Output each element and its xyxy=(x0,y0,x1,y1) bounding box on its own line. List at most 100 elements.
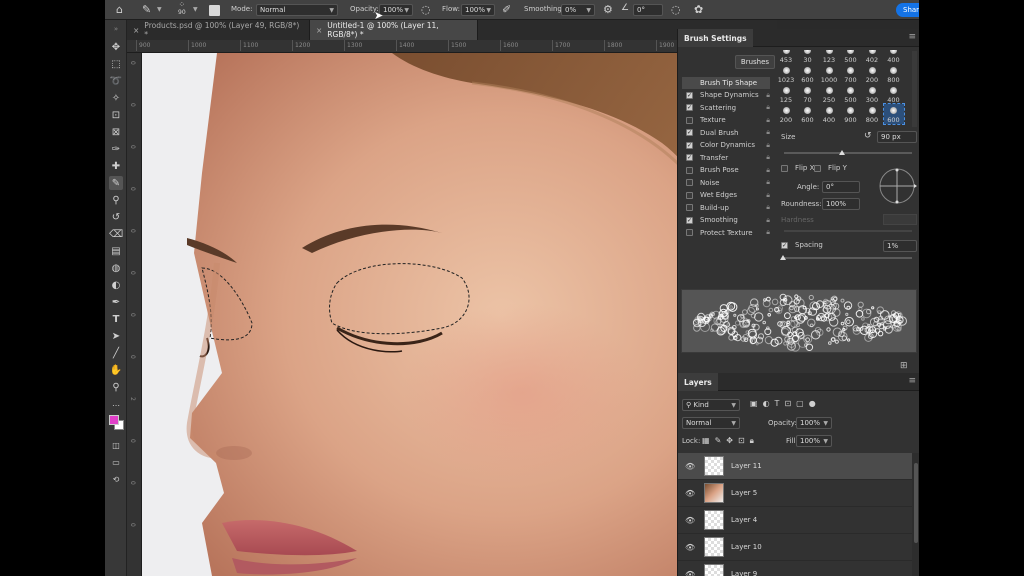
brush-tip-preset[interactable]: 1023 xyxy=(776,64,796,84)
filter-kind-select[interactable]: ⚲ Kind ▼ xyxy=(682,399,740,411)
pen-tool-icon[interactable]: ✒ xyxy=(109,295,123,309)
brush-tip-preset[interactable]: 200 xyxy=(862,64,882,84)
brush-angle-widget[interactable] xyxy=(877,166,917,206)
layer-row[interactable]: 👁︎ Layer 4 xyxy=(678,507,912,534)
lock-transparency-icon[interactable]: ▦ xyxy=(702,436,710,446)
lock-icon[interactable]: 🔒︎ xyxy=(766,116,770,125)
size-slider[interactable] xyxy=(784,152,912,154)
brush-tip-preset[interactable]: 200 xyxy=(776,104,796,124)
lock-icon[interactable]: 🔒︎ xyxy=(766,228,770,237)
filter-toggle-icon[interactable]: ● xyxy=(809,399,816,408)
tab-products[interactable]: × Products.psd @ 100% (Layer 49, RGB/8*) … xyxy=(127,20,310,40)
blur-tool-icon[interactable]: ◍ xyxy=(109,261,123,275)
generative-fill-icon[interactable]: ⟲ xyxy=(109,472,123,486)
lock-icon[interactable]: 🔒︎ xyxy=(766,128,770,137)
history-brush-icon[interactable]: ↺ xyxy=(109,210,123,224)
layer-row[interactable]: 👁︎ Layer 11 xyxy=(678,453,912,480)
move-tool-icon[interactable]: ✥ xyxy=(109,40,123,54)
share-button[interactable]: Share xyxy=(896,3,919,17)
checkbox[interactable]: ✓ xyxy=(686,141,693,149)
layer-opacity-field[interactable]: 100% ▼ xyxy=(796,417,832,429)
brush-tip-preset[interactable]: 402 xyxy=(862,50,882,64)
brush-tip-preset[interactable]: 250 xyxy=(819,84,839,104)
quick-mask-icon[interactable]: ◫ xyxy=(109,438,123,452)
fill-field[interactable]: 100% ▼ xyxy=(796,435,832,447)
brush-option-protect-texture[interactable]: Protect Texture 🔒︎ xyxy=(686,227,770,239)
brush-tip-preset[interactable]: 500 xyxy=(841,84,861,104)
visibility-eye-icon[interactable]: 👁︎ xyxy=(685,543,695,552)
angle-field[interactable]: 0° xyxy=(633,4,663,16)
brush-option-wet-edges[interactable]: Wet Edges 🔒︎ xyxy=(686,189,770,201)
brush-tip-preset[interactable]: 600 xyxy=(798,64,818,84)
flip-y-checkbox[interactable]: Flip Y xyxy=(814,164,847,172)
brush-option-shape-dynamics[interactable]: ✓ Shape Dynamics 🔒︎ xyxy=(686,89,770,101)
brush-tip-preset[interactable]: 800 xyxy=(884,64,904,84)
close-icon[interactable]: × xyxy=(316,26,322,35)
brush-tip-preset[interactable]: 123 xyxy=(819,50,839,64)
size-slider-knob[interactable] xyxy=(839,150,845,155)
checkbox[interactable]: ✓ xyxy=(781,241,788,249)
lock-icon[interactable]: 🔒︎ xyxy=(766,153,770,162)
lasso-tool-icon[interactable]: ➰ xyxy=(109,74,123,88)
brush-tool-icon[interactable]: ✎ xyxy=(142,4,151,15)
checkbox[interactable] xyxy=(686,204,693,211)
brush-settings-toggle-icon[interactable] xyxy=(209,5,220,16)
brush-option-transfer[interactable]: ✓ Transfer 🔒︎ xyxy=(686,152,770,164)
tool-preset-chevron-icon[interactable]: ▼ xyxy=(157,6,162,13)
checkbox[interactable] xyxy=(686,229,693,236)
angle-field[interactable]: 0° xyxy=(822,181,860,193)
checkbox[interactable]: ✓ xyxy=(686,129,693,136)
tab-untitled-1[interactable]: × Untitled-1 @ 100% (Layer 11, RGB/8*) * xyxy=(310,20,478,40)
new-brush-icon[interactable]: ⊞ xyxy=(900,361,908,371)
visibility-eye-icon[interactable]: 👁︎ xyxy=(685,489,695,498)
checkbox[interactable] xyxy=(814,164,821,172)
spacing-slider-knob[interactable] xyxy=(780,255,786,260)
visibility-eye-icon[interactable]: 👁︎ xyxy=(685,462,695,471)
magic-wand-icon[interactable]: ✧ xyxy=(109,91,123,105)
checkbox[interactable]: ✓ xyxy=(686,216,693,224)
brush-tip-preset[interactable]: 125 xyxy=(776,84,796,104)
brush-option-color-dynamics[interactable]: ✓ Color Dynamics 🔒︎ xyxy=(686,139,770,151)
brush-picker-chevron-icon[interactable]: ▼ xyxy=(193,6,198,13)
layer-row[interactable]: 👁︎ Layer 10 xyxy=(678,534,912,561)
brush-tip-preset[interactable]: 400 xyxy=(884,50,904,64)
line-tool-icon[interactable]: ╱ xyxy=(109,346,123,360)
lock-icon[interactable]: 🔒︎ xyxy=(766,216,770,225)
brush-tip-preset[interactable]: 600 xyxy=(882,103,905,125)
brush-option-scattering[interactable]: ✓ Scattering 🔒︎ xyxy=(686,102,770,114)
brushes-button[interactable]: Brushes xyxy=(735,55,775,69)
lock-all-icon[interactable]: 🔒︎ xyxy=(750,436,754,446)
brush-option-noise[interactable]: Noise 🔒︎ xyxy=(686,177,770,189)
marquee-tool-icon[interactable]: ⬚ xyxy=(109,57,123,71)
tab-layers[interactable]: Layers xyxy=(678,373,718,391)
lock-icon[interactable]: 🔒︎ xyxy=(766,166,770,175)
screen-mode-icon[interactable]: ▭ xyxy=(109,455,123,469)
reset-size-icon[interactable]: ↺ xyxy=(864,131,872,141)
healing-brush-icon[interactable]: ✚ xyxy=(109,159,123,173)
pressure-opacity-icon[interactable]: ◌ xyxy=(421,4,431,15)
checkbox[interactable]: ✓ xyxy=(686,91,693,99)
close-icon[interactable]: × xyxy=(133,26,139,35)
layer-row[interactable]: 👁︎ Layer 5 xyxy=(678,480,912,507)
frame-tool-icon[interactable]: ⊠ xyxy=(109,125,123,139)
smoothing-field[interactable]: 0% ▼ xyxy=(561,4,595,16)
brush-option-build-up[interactable]: Build-up 🔒︎ xyxy=(686,202,770,214)
flow-field[interactable]: 100% ▼ xyxy=(461,4,495,16)
brush-tip-preset[interactable]: 400 xyxy=(819,104,839,124)
brush-tip-preset[interactable]: 1000 xyxy=(819,64,839,84)
gear-icon[interactable]: ⚙ xyxy=(603,4,613,15)
document-canvas[interactable] xyxy=(142,53,765,576)
roundness-field[interactable]: 100% xyxy=(822,198,860,210)
brush-tip-preset[interactable]: 500 xyxy=(841,50,861,64)
spacing-checkbox[interactable]: ✓ Spacing xyxy=(781,241,823,249)
checkbox[interactable] xyxy=(686,166,693,174)
tab-brush-settings[interactable]: Brush Settings xyxy=(678,29,753,47)
dodge-tool-icon[interactable]: ◐ xyxy=(109,278,123,292)
lock-icon[interactable]: 🔒︎ xyxy=(766,178,770,187)
pressure-size-icon[interactable]: ◌ xyxy=(671,4,681,15)
brush-tip-shape-item[interactable]: Brush Tip Shape xyxy=(682,77,770,89)
brush-tip-preset[interactable]: 800 xyxy=(862,104,882,124)
brush-option-texture[interactable]: Texture 🔒︎ xyxy=(686,114,770,126)
lock-icon[interactable]: 🔒︎ xyxy=(766,191,770,200)
opacity-field[interactable]: 100% ▼ xyxy=(379,4,413,16)
